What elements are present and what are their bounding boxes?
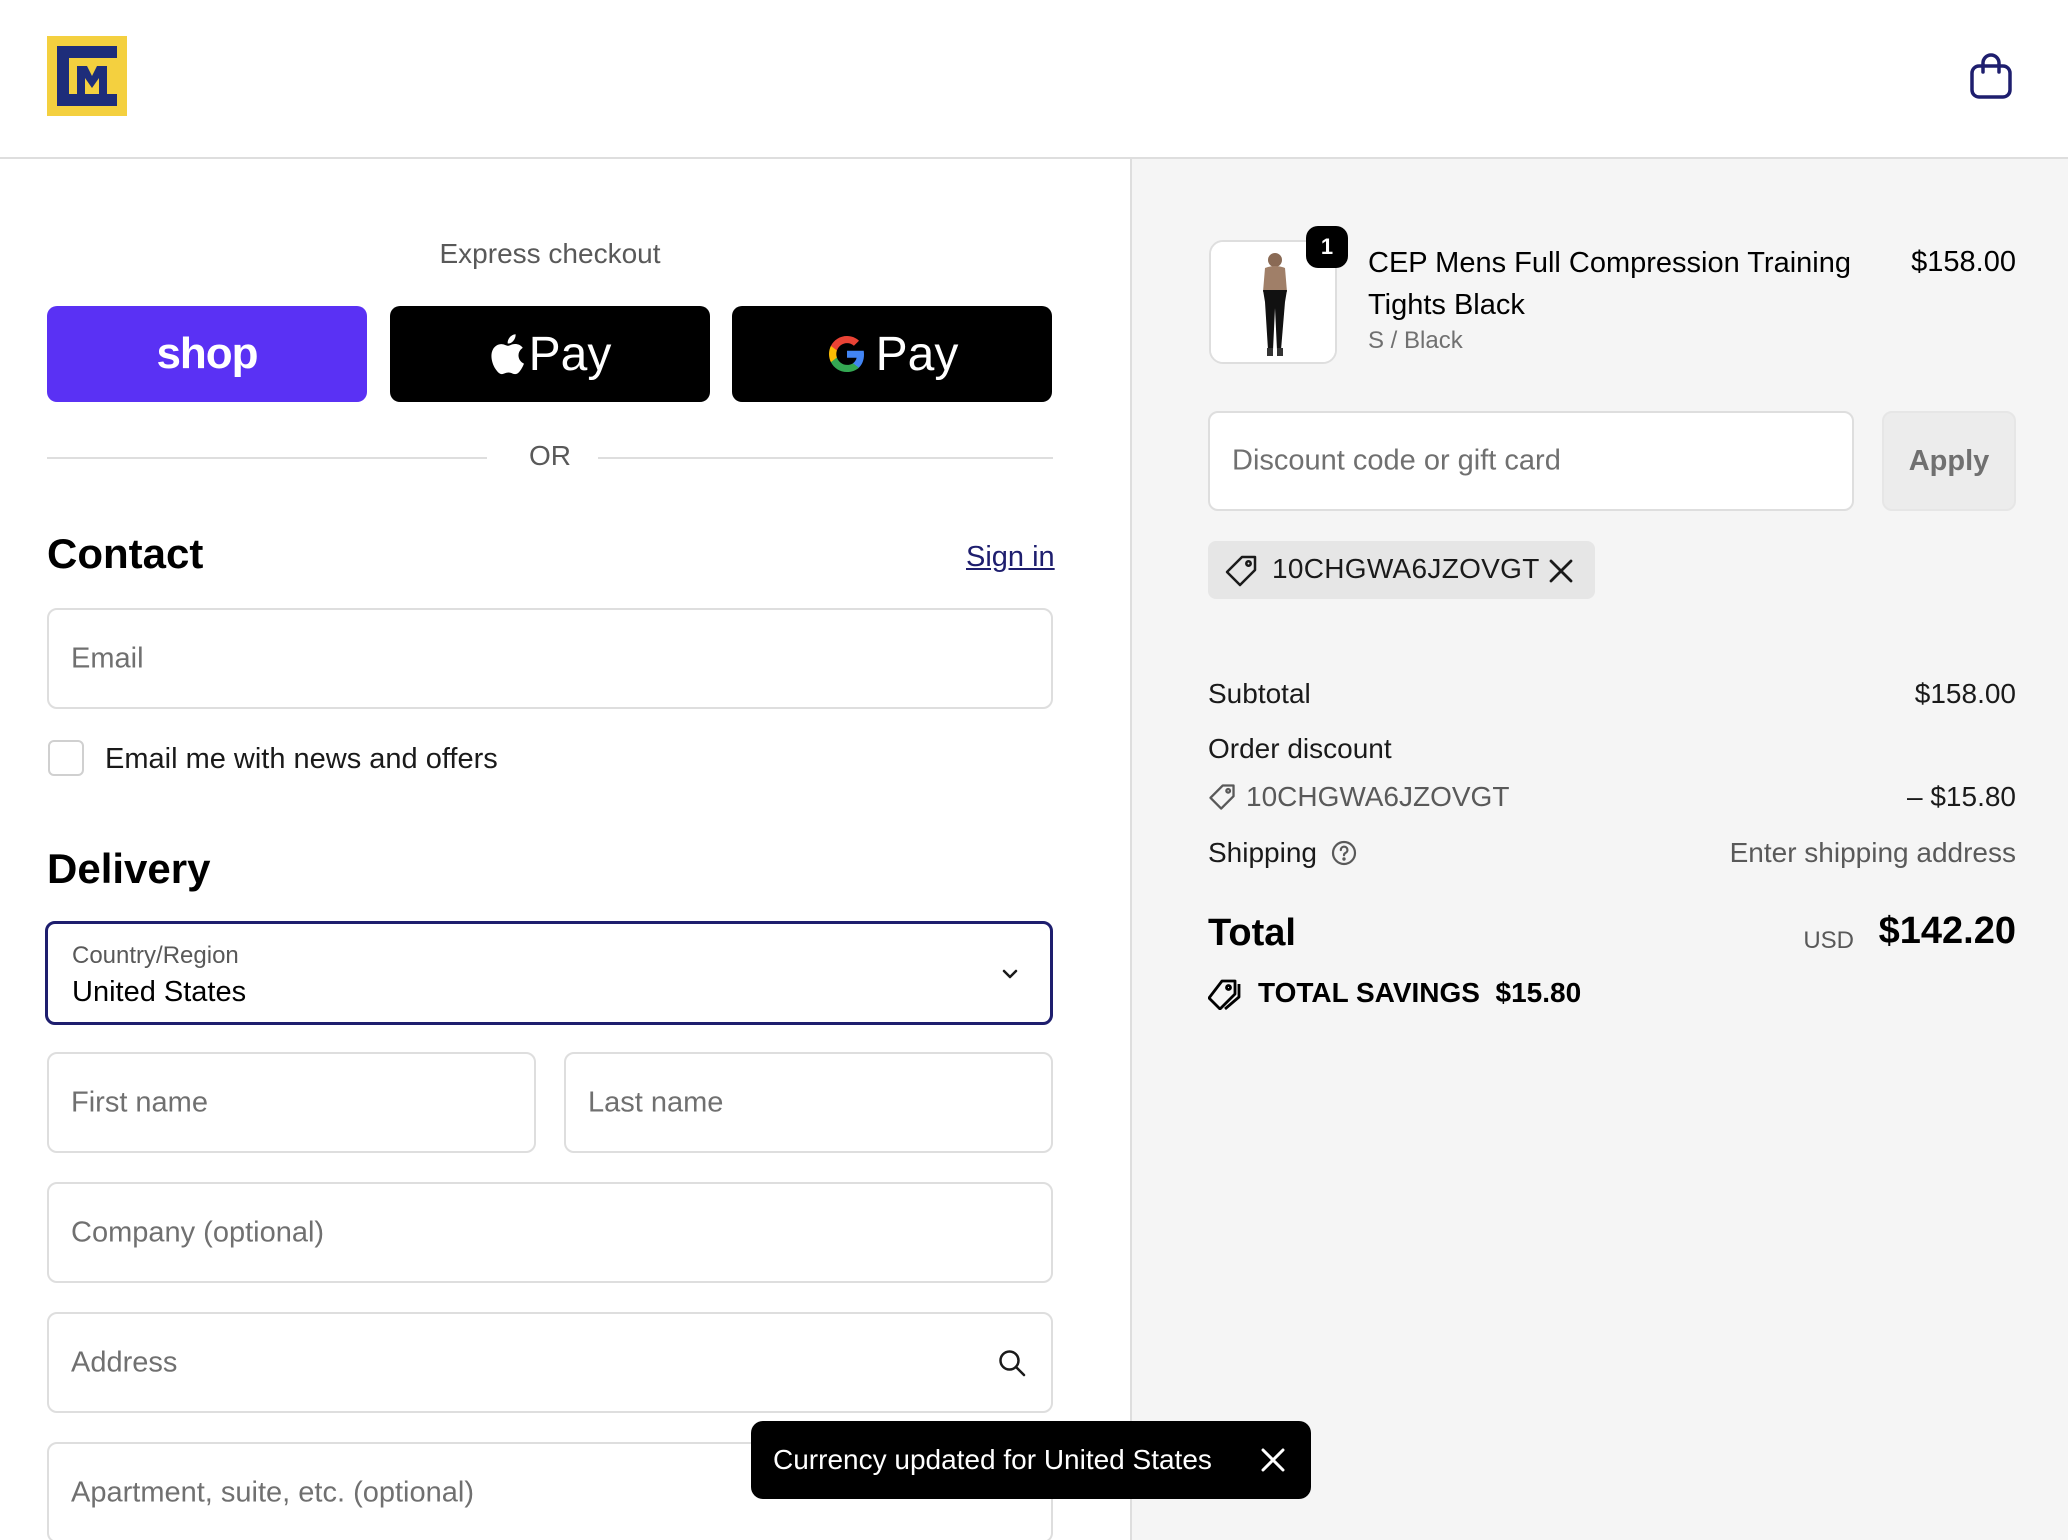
country-value: United States (72, 976, 247, 1008)
email-placeholder: Email (71, 642, 144, 674)
express-checkout-title: Express checkout (439, 238, 661, 269)
close-icon[interactable] (1259, 1446, 1287, 1474)
shop-pay-button[interactable]: shop (47, 306, 367, 402)
apple-icon (491, 334, 524, 375)
total-label: Total (1208, 912, 1296, 954)
savings-value: $15.80 (1495, 977, 1582, 1008)
last-name-placeholder: Last name (588, 1086, 724, 1118)
applied-discount-code: 10CHGWA6JZOVGT (1272, 553, 1540, 584)
last-name-field[interactable]: Last name (564, 1052, 1053, 1153)
shipping-value: Enter shipping address (1729, 837, 2016, 868)
delivery-heading: Delivery (47, 845, 211, 892)
first-name-field[interactable]: First name (47, 1052, 536, 1153)
applied-discount-chip: 10CHGWA6JZOVGT (1208, 541, 1595, 599)
total-value: $142.20 (1878, 910, 2016, 952)
divider-right (598, 457, 1053, 459)
product-price: $158.00 (1911, 246, 2016, 278)
apply-discount-button[interactable]: Apply (1882, 411, 2016, 511)
company-field[interactable]: Company (optional) (47, 1182, 1053, 1283)
order-discount-label: Order discount (1208, 733, 1392, 764)
remove-discount-close-icon[interactable] (1548, 558, 1574, 584)
shopping-bag-icon[interactable] (1968, 52, 2014, 100)
divider-left (47, 457, 487, 459)
contact-heading: Contact (47, 530, 204, 577)
quantity-badge: 1 (1306, 226, 1348, 268)
shop-pay-label: shop (156, 329, 258, 378)
discount-value: – $15.80 (1907, 781, 2016, 812)
toast-message: Currency updated for United States (773, 1444, 1212, 1475)
help-circle-icon[interactable] (1331, 840, 1357, 866)
search-icon (999, 1350, 1026, 1377)
subtotal-label: Subtotal (1208, 678, 1311, 709)
apple-pay-label: Pay (528, 327, 612, 381)
address-placeholder: Address (71, 1346, 178, 1378)
google-g-icon (828, 336, 864, 372)
email-field[interactable]: Email (47, 608, 1053, 709)
google-pay-button[interactable]: Pay (732, 306, 1052, 402)
chevron-down-icon (1002, 969, 1018, 979)
total-savings: TOTAL SAVINGS $15.80 (1258, 977, 1581, 1009)
sign-in-link[interactable]: Sign in (966, 541, 1055, 574)
product-variant: S / Black (1368, 327, 1463, 354)
apple-pay-button[interactable]: Pay (390, 306, 710, 402)
country-label: Country/Region (72, 942, 239, 969)
first-name-placeholder: First name (71, 1086, 208, 1118)
total-currency: USD (1803, 927, 1854, 954)
discount-code-label: 10CHGWA6JZOVGT (1246, 781, 1510, 812)
product-name: CEP Mens Full Compression Training Tight… (1368, 247, 1851, 321)
or-divider-label: OR (529, 440, 571, 471)
newsletter-label: Email me with news and offers (105, 743, 498, 775)
discount-tag-icon (1209, 784, 1235, 810)
company-placeholder: Company (optional) (71, 1216, 325, 1248)
savings-tags-icon (1208, 979, 1241, 1010)
address-field[interactable]: Address (47, 1312, 1053, 1413)
savings-label: TOTAL SAVINGS (1258, 977, 1480, 1008)
country-select[interactable]: Country/Region United States (45, 921, 1053, 1025)
google-pay-label: Pay (875, 327, 959, 381)
shipping-label: Shipping (1208, 837, 1317, 868)
discount-placeholder: Discount code or gift card (1232, 444, 1561, 477)
header (0, 0, 2068, 159)
tag-icon (1225, 555, 1257, 587)
discount-code-field[interactable]: Discount code or gift card (1208, 411, 1854, 511)
store-logo-icon[interactable] (47, 36, 127, 116)
subtotal-value: $158.00 (1914, 678, 2016, 709)
apartment-placeholder: Apartment, suite, etc. (optional) (71, 1476, 474, 1508)
currency-toast: Currency updated for United States (751, 1421, 1311, 1499)
newsletter-checkbox[interactable] (48, 740, 84, 776)
